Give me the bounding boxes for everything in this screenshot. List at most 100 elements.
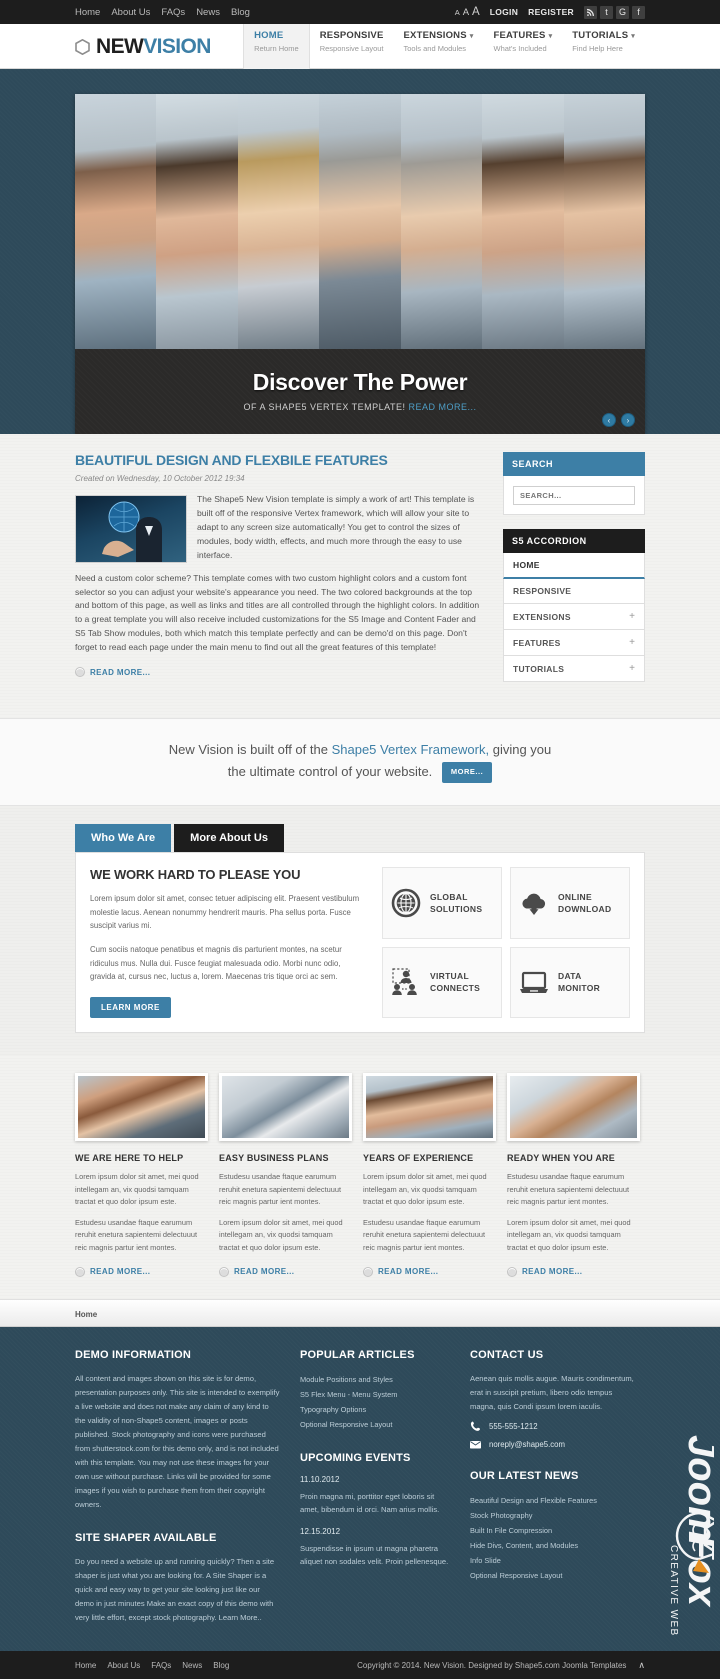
top-menu-item-faqs[interactable]: FAQs <box>161 7 185 18</box>
popular-article-item[interactable]: Optional Responsive Layout <box>300 1417 450 1432</box>
latest-news-item[interactable]: Stock Photography <box>470 1508 635 1523</box>
bottom-menu-item-news[interactable]: News <box>182 1661 202 1670</box>
promo-column-4: READY WHEN YOU ARE Estudesu usandae ftaq… <box>507 1073 640 1277</box>
callout-more-button[interactable]: MORE... <box>441 762 493 784</box>
search-input[interactable] <box>513 486 635 505</box>
bottom-menu-item-faqs[interactable]: FAQs <box>151 1661 171 1670</box>
nav-desc: Responsive Layout <box>319 44 384 53</box>
hexagon-icon <box>75 38 90 55</box>
feature-virtual-connects[interactable]: VIRTUAL CONNECTS <box>382 946 502 1019</box>
nav-item-extensions[interactable]: EXTENSIONS ▾ Tools and Modules <box>394 24 484 69</box>
accordion-label: TUTORIALS <box>513 663 565 674</box>
site-logo[interactable]: NEWVISION <box>75 24 211 69</box>
popular-article-item[interactable]: Module Positions and Styles <box>300 1372 450 1387</box>
promo-read-more-4[interactable]: READ MORE... <box>507 1266 640 1277</box>
nav-label: HOME <box>254 30 284 41</box>
twitter-icon[interactable]: t <box>600 5 613 19</box>
top-menu-item-home[interactable]: Home <box>75 7 100 18</box>
popular-article-item[interactable]: S5 Flex Menu - Menu System <box>300 1387 450 1402</box>
event-date: 12.15.2012 <box>300 1526 341 1536</box>
top-menu-item-about-us[interactable]: About Us <box>111 7 150 18</box>
accordion-item-tutorials[interactable]: TUTORIALS + <box>503 656 645 682</box>
read-more-label: READ MORE... <box>90 1267 151 1276</box>
tab-strip: Who We Are More About Us <box>75 824 645 853</box>
latest-news-item[interactable]: Optional Responsive Layout <box>470 1568 635 1583</box>
promo-image-2[interactable] <box>219 1073 352 1142</box>
slider-next-button[interactable]: › <box>621 413 635 427</box>
footer-popular-title: POPULAR ARTICLES <box>300 1348 415 1361</box>
font-size-small-button[interactable]: A <box>455 8 460 17</box>
top-menu-item-blog[interactable]: Blog <box>231 7 250 18</box>
nav-item-features[interactable]: FEATURES ▾ What's Included <box>483 24 562 69</box>
accordion-toggle-icon: + <box>629 637 635 648</box>
promo-image-1[interactable] <box>75 1073 208 1142</box>
feature-global-solutions[interactable]: GLOBAL SOLUTIONS <box>382 867 502 939</box>
accordion-item-responsive[interactable]: RESPONSIVE <box>503 579 645 604</box>
bottom-menu-item-home[interactable]: Home <box>75 1661 96 1670</box>
promo-image-4[interactable] <box>507 1073 640 1142</box>
facebook-icon[interactable]: f <box>632 5 645 19</box>
vertex-framework-link[interactable]: Shape5 Vertex Framework, <box>332 742 490 757</box>
promo-p1-1: Lorem ipsum dolor sit amet, mei quod int… <box>75 1172 199 1207</box>
promo-read-more-2[interactable]: READ MORE... <box>219 1266 352 1277</box>
font-size-switcher[interactable]: A A A <box>455 6 480 18</box>
tab-panel-paragraph-1: Lorem ipsum dolor sit amet, consec tetue… <box>90 894 360 931</box>
social-links: t G f <box>584 5 645 19</box>
latest-news-list: Beautiful Design and Flexible Features S… <box>470 1493 635 1583</box>
nav-item-tutorials[interactable]: TUTORIALS ▾ Find Help Here <box>562 24 645 69</box>
promo-read-more-1[interactable]: READ MORE... <box>75 1266 208 1277</box>
slider-prev-button[interactable]: ‹ <box>602 413 616 427</box>
latest-news-item[interactable]: Built In File Compression <box>470 1523 635 1538</box>
latest-news-item[interactable]: Info Slide <box>470 1553 635 1568</box>
accordion-item-extensions[interactable]: EXTENSIONS + <box>503 604 645 630</box>
nav-item-responsive[interactable]: RESPONSIVE Responsive Layout <box>310 24 394 69</box>
rss-icon[interactable] <box>584 5 597 19</box>
bottom-bar: Home About Us FAQs News Blog Copyright ©… <box>0 1651 720 1679</box>
promo-title-1: WE ARE HERE TO HELP <box>75 1153 184 1164</box>
read-more-label: READ MORE... <box>90 667 151 677</box>
copyright-text: Copyright © 2014. New Vision. Designed b… <box>357 1660 627 1670</box>
login-link[interactable]: LOGIN <box>490 7 518 17</box>
top-menu-item-news[interactable]: News <box>196 7 220 18</box>
scroll-to-top-icon[interactable]: ∧ <box>638 1660 645 1671</box>
breadcrumb-band: Home <box>0 1298 720 1327</box>
promo-column-3: YEARS OF EXPERIENCE Lorem ipsum dolor si… <box>363 1073 496 1277</box>
learn-more-button[interactable]: LEARN MORE <box>90 997 171 1019</box>
promo-p1-3: Lorem ipsum dolor sit amet, mei quod int… <box>363 1172 487 1207</box>
tab-who-we-are[interactable]: Who We Are <box>75 824 172 853</box>
breadcrumb[interactable]: Home <box>75 1310 97 1319</box>
accordion-item-features[interactable]: FEATURES + <box>503 630 645 656</box>
accordion-label: HOME <box>513 560 540 570</box>
callout-line1-prefix: New Vision is built off of the <box>168 742 332 757</box>
nav-desc: What's Included <box>493 44 547 53</box>
bottom-menu-item-blog[interactable]: Blog <box>213 1661 229 1670</box>
contact-email[interactable]: noreply@shape5.com <box>489 1440 565 1449</box>
font-size-medium-button[interactable]: A <box>463 7 469 18</box>
email-icon <box>470 1439 481 1450</box>
promo-read-more-3[interactable]: READ MORE... <box>363 1266 496 1277</box>
read-more-label: READ MORE... <box>522 1267 583 1276</box>
promo-p1-2: Estudesu usandae ftaque earumum reruhit … <box>219 1172 342 1207</box>
feature-label-line2: MONITOR <box>558 983 601 994</box>
virtual-connects-icon <box>391 967 421 997</box>
feature-data-monitor[interactable]: DATA MONITOR <box>510 946 630 1019</box>
tab-more-about-us[interactable]: More About Us <box>174 824 284 853</box>
nav-item-home[interactable]: HOME Return Home <box>243 24 310 69</box>
slide-photo <box>75 94 645 349</box>
accordion-item-home[interactable]: HOME <box>503 553 645 579</box>
popular-article-item[interactable]: Typography Options <box>300 1402 450 1417</box>
event-text: Suspendisse in ipsum ut magna pharetra a… <box>300 1543 449 1567</box>
promo-image-3[interactable] <box>363 1073 496 1142</box>
font-size-large-button[interactable]: A <box>472 6 480 18</box>
latest-news-item[interactable]: Hide Divs, Content, and Modules <box>470 1538 635 1553</box>
read-more-label: READ MORE... <box>378 1267 439 1276</box>
read-more-bullet-icon <box>219 1266 229 1277</box>
bottom-menu-item-about-us[interactable]: About Us <box>107 1661 140 1670</box>
tab-panel-title: WE WORK HARD TO PLEASE YOU <box>90 867 301 883</box>
google-icon[interactable]: G <box>616 5 629 19</box>
slide-read-more-link[interactable]: READ MORE... <box>409 402 477 412</box>
article-read-more[interactable]: READ MORE... <box>75 667 487 678</box>
latest-news-item[interactable]: Beautiful Design and Flexible Features <box>470 1493 635 1508</box>
feature-online-download[interactable]: ONLINE DOWNLOAD <box>510 867 630 939</box>
register-link[interactable]: REGISTER <box>528 7 574 17</box>
